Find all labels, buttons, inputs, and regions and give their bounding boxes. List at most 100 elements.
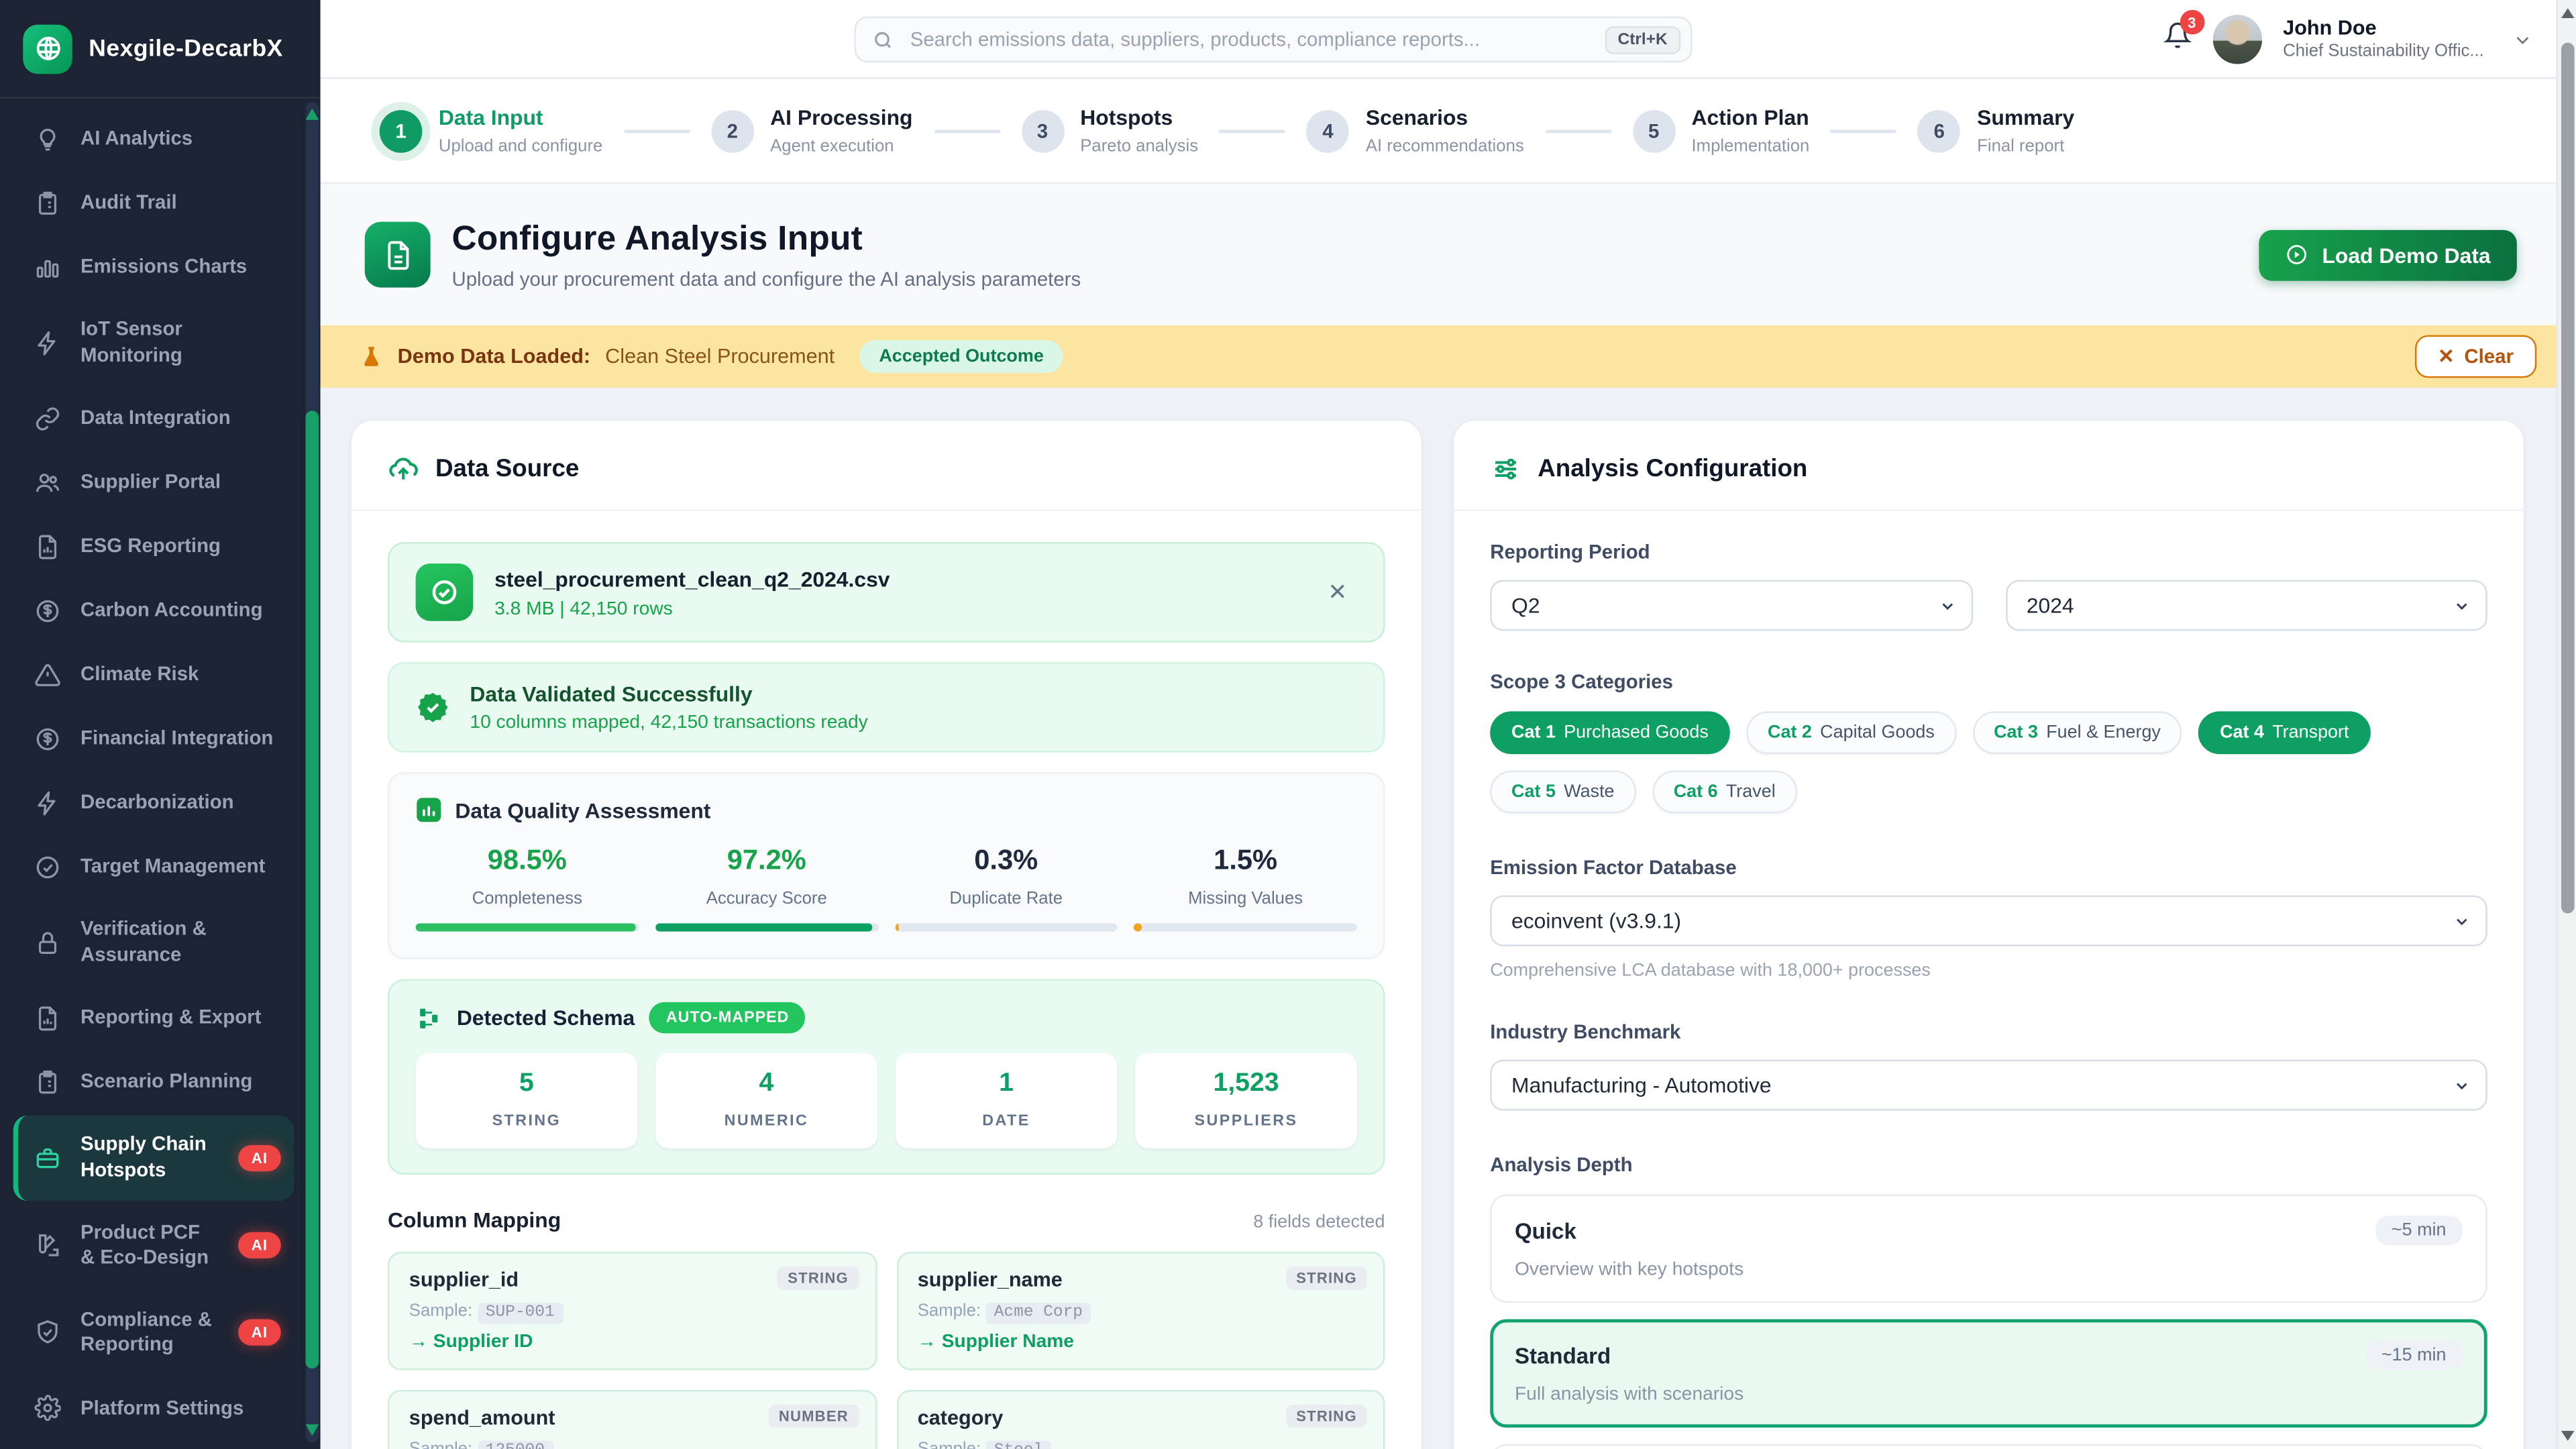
sidebar-item[interactable]: Product PCF & Eco-DesignAI <box>13 1203 294 1287</box>
sidebar-item[interactable]: Financial Integration <box>13 708 294 769</box>
schema-count-label: STRING <box>416 1112 638 1130</box>
scope3-chip[interactable]: Cat 4Transport <box>2198 711 2370 754</box>
clear-demo-data-button[interactable]: ✕ Clear <box>2415 335 2536 378</box>
depth-option-description: Full analysis with scenarios <box>1515 1385 2463 1404</box>
quarter-select[interactable]: Q2 <box>1490 580 1972 631</box>
divider <box>352 509 1421 511</box>
data-quality-header: Data Quality Assessment <box>416 797 1357 823</box>
sidebar-item[interactable]: Supplier Portal <box>13 452 294 513</box>
file-check-icon <box>416 564 474 621</box>
sidebar-item[interactable]: Compliance & ReportingAI <box>13 1291 294 1375</box>
sidebar-item[interactable]: Target Management <box>13 837 294 898</box>
sidebar-item[interactable]: Verification & Assurance <box>13 901 294 985</box>
scroll-down-icon[interactable] <box>2561 1431 2575 1441</box>
sidebar-item[interactable]: Decarbonization <box>13 772 294 833</box>
step-connector <box>934 129 1000 132</box>
analysis-depth-label: Analysis Depth <box>1490 1153 2487 1176</box>
fields-detected-count: 8 fields detected <box>1253 1212 1385 1232</box>
swatch-icon <box>33 1232 61 1260</box>
sidebar-item[interactable]: Audit Trail <box>13 172 294 233</box>
sidebar-item[interactable]: Reporting & Export <box>13 988 294 1049</box>
data-source-panel: Data Source steel_procurement_clean_q2_2… <box>350 419 1423 1449</box>
column-mapping-card[interactable]: categorySTRINGSample:Steel→ Category <box>896 1390 1385 1449</box>
ai-badge: AI <box>238 1232 281 1258</box>
column-sample: Sample:125000 <box>409 1439 855 1449</box>
page-header: Configure Analysis Input Upload your pro… <box>321 184 2576 325</box>
avatar[interactable] <box>2212 15 2261 64</box>
divider <box>1454 509 2523 511</box>
column-type-badge: STRING <box>1287 1267 1367 1289</box>
emission-factor-db-select[interactable]: ecoinvent (v3.9.1) <box>1490 896 2487 947</box>
load-demo-data-button[interactable]: Load Demo Data <box>2259 229 2516 280</box>
scope3-chip-cat: Cat 6 <box>1674 782 1718 802</box>
chevron-down-icon[interactable] <box>2512 29 2533 50</box>
sidebar-scrollbar[interactable] <box>306 102 319 1442</box>
analysis-depth-option[interactable]: Standard~15 minFull analysis with scenar… <box>1490 1320 2487 1428</box>
remove-file-button[interactable]: ✕ <box>1318 577 1357 608</box>
window-scrollbar-thumb[interactable] <box>2561 43 2575 914</box>
scope3-chip[interactable]: Cat 1Purchased Goods <box>1490 711 1729 754</box>
topbar-right: 3 John Doe Chief Sustainability Offic... <box>2163 0 2533 79</box>
analysis-depth-option[interactable]: Deep Dive~30 minComprehensive with uncer… <box>1490 1444 2487 1449</box>
sidebar-item[interactable]: IoT Sensor Monitoring <box>13 301 294 384</box>
scope3-chip[interactable]: Cat 5Waste <box>1490 771 1635 814</box>
sidebar-item[interactable]: Data Integration <box>13 388 294 449</box>
play-circle-icon <box>2286 243 2309 266</box>
column-mapping-card[interactable]: supplier_nameSTRINGSample:Acme Corp→ Sup… <box>896 1252 1385 1370</box>
analysis-depth-option[interactable]: Quick~5 minOverview with key hotspots <box>1490 1194 2487 1303</box>
window-scrollbar[interactable] <box>2557 0 2576 1449</box>
scroll-up-icon[interactable] <box>2561 8 2575 18</box>
page-header-text: Configure Analysis Input Upload your pro… <box>451 219 1081 290</box>
data-quality-title: Data Quality Assessment <box>455 798 710 822</box>
sidebar-item-label: AI Analytics <box>80 126 281 152</box>
step-ai-processing[interactable]: 2AI ProcessingAgent execution <box>711 105 912 156</box>
analysis-config-header: Analysis Configuration <box>1490 453 2487 485</box>
step-data-input[interactable]: 1Data InputUpload and configure <box>380 105 603 156</box>
sidebar-item-label: Compliance & Reporting <box>80 1307 219 1358</box>
step-subtitle: Agent execution <box>770 136 912 156</box>
flask-icon <box>360 345 382 368</box>
data-source-header: Data Source <box>388 453 1385 485</box>
scope3-chip-cat: Cat 1 <box>1511 723 1556 743</box>
sidebar-scroll-up-icon[interactable] <box>306 109 319 120</box>
detected-schema-title: Detected Schema <box>457 1006 635 1030</box>
sidebar-item[interactable]: Supply Chain HotspotsAI <box>13 1116 294 1200</box>
column-type-badge: STRING <box>1287 1405 1367 1428</box>
scope3-chip[interactable]: Cat 6Travel <box>1652 771 1797 814</box>
industry-benchmark-select[interactable]: Manufacturing - Automotive <box>1490 1060 2487 1111</box>
search-icon <box>872 29 894 50</box>
step-summary[interactable]: 6SummaryFinal report <box>1918 105 2074 156</box>
quality-metric: 97.2%Accuracy Score <box>655 845 878 932</box>
step-scenarios[interactable]: 4ScenariosAI recommendations <box>1307 105 1524 156</box>
global-search[interactable]: Ctrl+K <box>854 16 1692 62</box>
sidebar-item[interactable]: AI Analytics <box>13 109 294 170</box>
ai-badge: AI <box>238 1145 281 1171</box>
step-action-plan[interactable]: 5Action PlanImplementation <box>1632 105 1809 156</box>
step-number: 4 <box>1307 109 1350 152</box>
user-meta[interactable]: John Doe Chief Sustainability Offic... <box>2283 16 2484 63</box>
column-mapping-card[interactable]: spend_amountNUMBERSample:125000→ Spend (… <box>388 1390 877 1449</box>
sidebar-scroll-down-icon[interactable] <box>306 1424 319 1436</box>
sidebar-item[interactable]: Climate Risk <box>13 644 294 705</box>
sidebar-item[interactable]: Carbon Accounting <box>13 580 294 641</box>
sidebar-item[interactable]: Scenario Planning <box>13 1052 294 1113</box>
step-hotspots[interactable]: 3HotspotsPareto analysis <box>1021 105 1198 156</box>
user-name: John Doe <box>2283 16 2484 42</box>
notifications-button[interactable]: 3 <box>2163 21 2191 58</box>
zap-icon <box>33 789 61 817</box>
quality-metric-value: 98.5% <box>416 845 639 877</box>
scope3-chip[interactable]: Cat 2Capital Goods <box>1746 711 1956 754</box>
sidebar-item[interactable]: Platform Settings <box>13 1379 294 1440</box>
year-select[interactable]: 2024 <box>2005 580 2487 631</box>
scope3-chip[interactable]: Cat 3Fuel & Energy <box>1972 711 2182 754</box>
sidebar-scrollbar-thumb[interactable] <box>306 411 319 1368</box>
step-title: Summary <box>1977 105 2074 130</box>
quarter-select-wrap: Q2 <box>1490 580 1972 631</box>
sidebar-item[interactable]: Emissions Charts <box>13 237 294 298</box>
search-input[interactable] <box>907 26 1591 52</box>
data-quality-card: Data Quality Assessment 98.5%Completenes… <box>388 772 1385 959</box>
step-title: Action Plan <box>1692 105 1810 130</box>
link-icon <box>33 405 61 433</box>
column-mapping-card[interactable]: supplier_idSTRINGSample:SUP-001→ Supplie… <box>388 1252 877 1370</box>
sidebar-item[interactable]: ESG Reporting <box>13 516 294 577</box>
